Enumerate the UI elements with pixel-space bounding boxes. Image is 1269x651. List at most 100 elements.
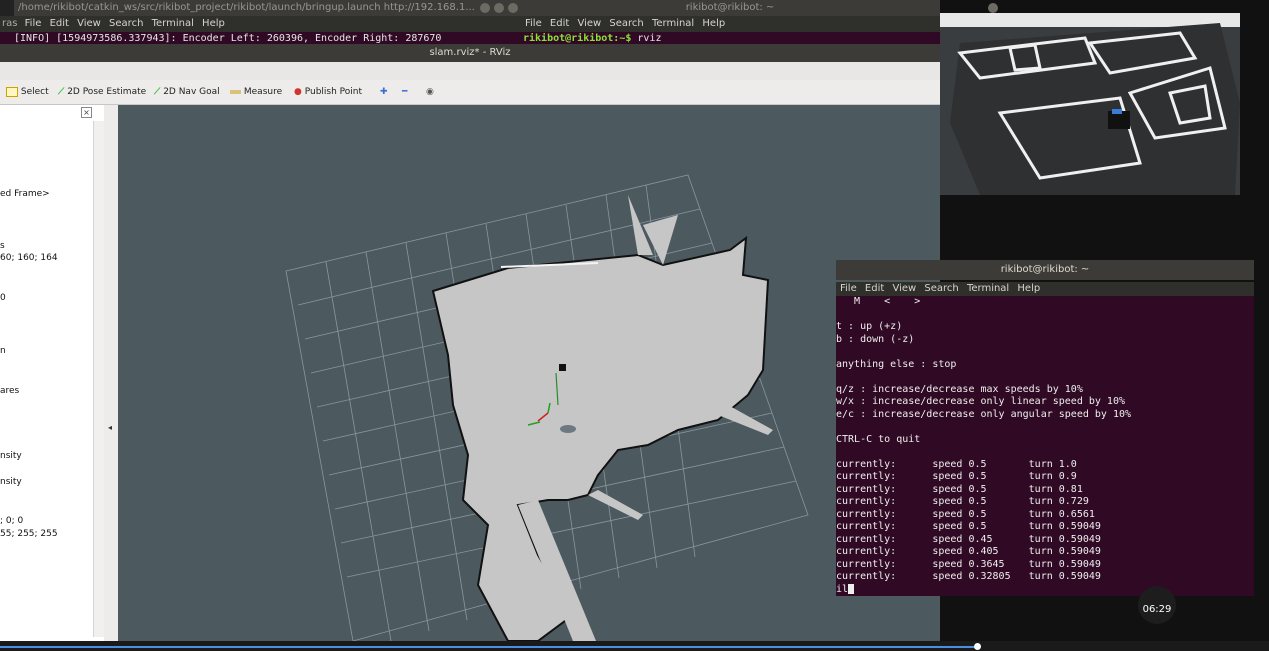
menu-search[interactable]: Search [924,283,958,294]
prop-min-color[interactable]: ; 0; 0 [0,516,23,526]
minimize-icon[interactable] [988,3,998,13]
terminal-line: currently: speed 0.32805 turn 0.59049 [836,571,1101,582]
terminal-line: currently: speed 0.405 turn 0.59049 [836,546,1101,557]
measure-label: Measure [243,87,283,97]
terminal-line: currently: speed 0.5 turn 0.59049 [836,521,1101,532]
prop-n[interactable]: n [0,346,6,356]
menu-search[interactable]: Search [609,18,643,29]
video-time: 06:29 [1142,604,1172,615]
terminal-line: currently: speed 0.5 turn 0.6561 [836,508,1095,520]
rviz-title: slam.rviz* - RViz [429,47,511,58]
terminal-line: currently: speed 0.45 turn 0.59049 [836,533,1101,545]
terminal-line: w/x : increase/decrease only linear spee… [836,396,1125,407]
menu-terminal[interactable]: Terminal [152,18,194,29]
minimize-icon[interactable] [480,3,490,13]
terminal-line: t : up (+z) [836,321,903,332]
terminal1-title: /home/rikibot/catkin_ws/src/rikibot_proj… [18,2,475,13]
terminal-input-text: il [836,583,849,595]
pose-estimate-label: 2D Pose Estimate [67,87,147,97]
terminal-line: currently: speed 0.5 turn 0.81 [836,483,1083,495]
menu-edit[interactable]: Edit [550,18,569,29]
terminal-line: q/z : increase/decrease max speeds by 10… [836,383,1083,395]
pose-estimate-button[interactable]: ⟋ 2D Pose Estimate [58,84,146,100]
close-icon[interactable] [508,3,518,13]
add-tool-icon[interactable]: ✚ [380,84,388,100]
prop-s[interactable]: s [0,241,5,251]
tool-properties-icon[interactable]: ◉ [426,84,434,100]
maximize-icon[interactable] [494,3,504,13]
terminal2-prompt: rikibot@rikibot:~$ [523,33,632,44]
terminal2-title: rikibot@rikibot: ~ [685,2,775,13]
video-progress-knob[interactable] [974,643,981,650]
teleop-titlebar: rikibot@rikibot: ~ [836,260,1254,280]
panel-close-icon[interactable]: × [81,107,92,118]
measure-button[interactable]: Measure [230,84,282,100]
map-pin-icon: ● [294,87,302,97]
collapse-arrow-icon[interactable]: ◂ [108,423,112,432]
rviz-menubar [0,62,940,80]
nav-goal-button[interactable]: ⟋ 2D Nav Goal [154,84,220,100]
prop-zero[interactable]: 0 [0,293,6,303]
teleop-output[interactable]: M < > t : up (+z) b : down (-z) anything… [836,296,1254,596]
menu-help[interactable]: Help [202,18,225,29]
robot-track-photo [940,13,1240,195]
remove-tool-icon[interactable]: ━ [402,84,407,100]
publish-point-button[interactable]: ● Publish Point [294,84,362,100]
map-blob [560,425,576,433]
terminal-line: M < > [836,296,921,307]
menu-terminal[interactable]: Terminal [967,283,1009,294]
teleop-title: rikibot@rikibot: ~ [1000,264,1090,275]
menu-file[interactable]: File [25,18,42,29]
menu-help[interactable]: Help [1017,283,1040,294]
rviz-toolbar: Select ⟋ 2D Pose Estimate ⟋ 2D Nav Goal … [0,80,940,105]
teleop-menubar: File Edit View Search Terminal Help [836,282,1254,296]
panel-scrollbar[interactable] [93,121,104,637]
rviz-3d-viewport[interactable] [118,105,940,641]
terminal2-output: rikibot@rikibot:~$ rviz [520,32,940,44]
menu-edit[interactable]: Edit [865,283,884,294]
menu-file[interactable]: File [525,18,542,29]
terminal-line: currently: speed 0.5 turn 0.729 [836,496,1089,507]
terminal2-command: rviz [637,33,662,44]
prop-max-color[interactable]: 55; 255; 255 [0,529,58,539]
robot-marker [559,364,566,371]
menu-help[interactable]: Help [702,18,725,29]
terminal2-titlebar: rikibot@rikibot: ~ [520,0,998,16]
terminal-line: b : down (-z) [836,333,915,345]
ruler-icon [230,89,241,94]
terminal-input-line[interactable]: il [836,583,1254,597]
cursor-icon [848,583,855,594]
video-progress-fill [0,646,977,648]
terminal-line: CTRL-C to quit [836,433,921,445]
prop-color-value[interactable]: 60; 160; 164 [0,253,58,263]
pose-arrow-icon: ⟋ [58,87,65,97]
menu-file[interactable]: File [840,283,857,294]
nav-goal-label: 2D Nav Goal [163,87,220,97]
occupancy-map [431,235,770,641]
prop-squares[interactable]: ares [0,386,19,396]
webcam-preview [940,13,1240,195]
menu-view[interactable]: View [577,18,601,29]
menu-view[interactable]: View [892,283,916,294]
publish-point-label: Publish Point [304,87,363,97]
prop-intensity-2[interactable]: nsity [0,477,22,487]
nav-arrow-icon: ⟋ [154,87,161,97]
select-icon [6,86,18,97]
terminal-line: currently: speed 0.3645 turn 0.59049 [836,558,1101,570]
terminal1-side-text: ras [2,18,18,29]
menu-view[interactable]: View [77,18,101,29]
menu-terminal[interactable]: Terminal [652,18,694,29]
terminal1-menubar: ras File Edit View Search Terminal Help [0,16,520,32]
prop-intensity-1[interactable]: nsity [0,451,22,461]
rviz-titlebar: slam.rviz* - RViz [0,44,940,62]
prop-fixed-frame[interactable]: ed Frame> [0,189,50,199]
select-tool-button[interactable]: Select [6,84,49,100]
displays-panel: × ed Frame> s 60; 160; 164 0 n ares nsit… [0,105,105,641]
panel-splitter[interactable]: ◂ [104,105,118,641]
menu-search[interactable]: Search [109,18,143,29]
menu-edit[interactable]: Edit [50,18,69,29]
